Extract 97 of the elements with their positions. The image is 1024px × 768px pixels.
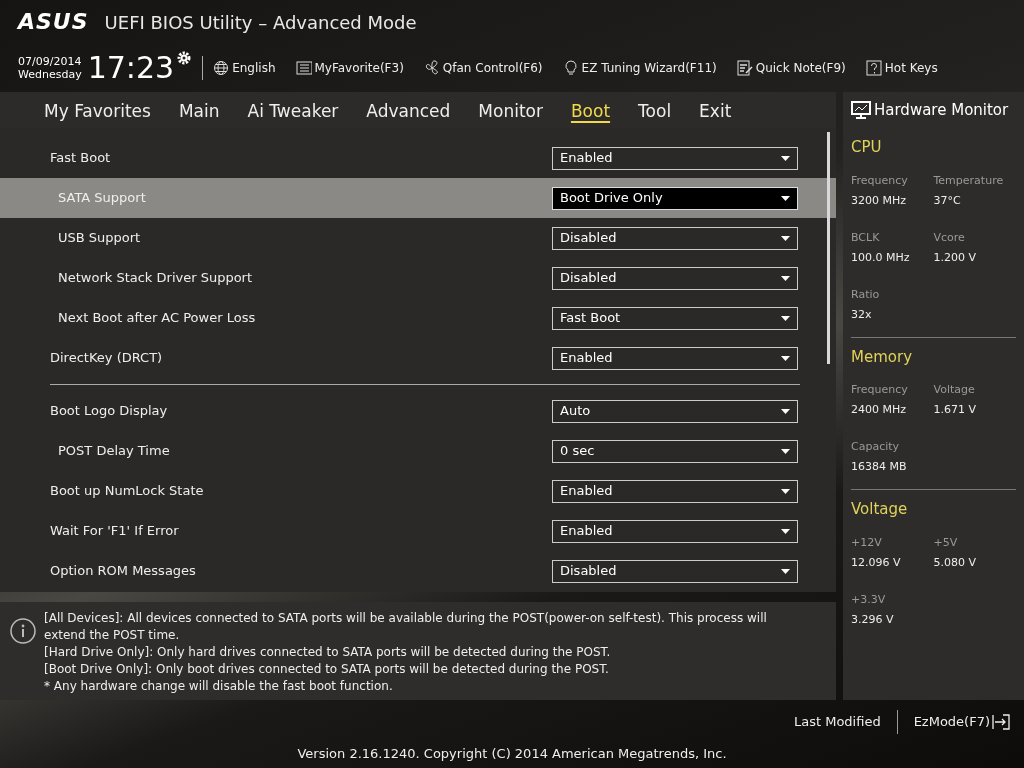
stat-value: 3.296 V bbox=[851, 611, 895, 628]
setting-label: DirectKey (DRCT) bbox=[50, 349, 164, 368]
stat-label: +5V bbox=[933, 534, 959, 551]
window-title: UEFI BIOS Utility – Advanced Mode bbox=[104, 10, 417, 35]
dropdown-field[interactable]: Disabled bbox=[552, 266, 798, 290]
section-title: CPU bbox=[851, 137, 883, 158]
selected-row-highlight[interactable]: SATA Support Boot Drive Only bbox=[0, 178, 836, 218]
stat-label: BCLK bbox=[851, 229, 881, 246]
stat-label: Vcore bbox=[933, 229, 966, 246]
menu-tab[interactable]: Tool bbox=[626, 100, 684, 128]
info-icon bbox=[10, 618, 36, 644]
stat-label: Ratio bbox=[851, 286, 881, 303]
caret-icon bbox=[781, 155, 790, 161]
dropdown-field[interactable]: Disabled bbox=[552, 559, 798, 583]
version-text: Version 2.16.1240. Copyright (C) 2014 American Megatrends, Inc. bbox=[297, 745, 727, 763]
dropdown-field[interactable]: Auto bbox=[552, 399, 798, 423]
dropdown-field[interactable]: Enabled bbox=[552, 479, 798, 503]
panel-title: Hardware Monitor bbox=[874, 99, 1009, 121]
asus-logo: ASUS bbox=[18, 11, 89, 33]
help-text: * Any hardware change will disable the fast boot function. bbox=[44, 678, 394, 695]
setting-label: Next Boot after AC Power Loss bbox=[58, 309, 257, 328]
monitor-icon bbox=[851, 101, 871, 119]
setting-label: Option ROM Messages bbox=[50, 562, 197, 581]
dropdown-field[interactable]: Boot Drive Only bbox=[552, 186, 798, 210]
setting-label: Boot Logo Display bbox=[50, 402, 169, 421]
stat-label: Capacity bbox=[851, 439, 901, 455]
caret-icon bbox=[781, 315, 790, 321]
stat-label: Frequency bbox=[851, 382, 909, 398]
stat-value: 2400 MHz bbox=[851, 402, 908, 418]
toolbar-globe-button[interactable]: English bbox=[213, 59, 276, 77]
setting-label: USB Support bbox=[58, 229, 142, 248]
dropdown-field[interactable]: Enabled bbox=[552, 519, 798, 543]
stat-value: 5.080 V bbox=[933, 554, 977, 571]
gear-icon bbox=[176, 50, 193, 66]
setting-label: Fast Boot bbox=[50, 149, 112, 168]
stat-label: Temperature bbox=[933, 172, 1005, 189]
stat-value: 1.671 V bbox=[933, 402, 977, 418]
exit-arrow-icon bbox=[992, 714, 1010, 730]
stat-label: +12V bbox=[851, 534, 883, 551]
toolbar-help-button[interactable]: Hot Keys bbox=[865, 59, 938, 77]
caret-icon bbox=[781, 355, 790, 361]
caret-icon bbox=[781, 528, 790, 534]
caret-icon bbox=[781, 235, 790, 241]
toolbar-note-button[interactable]: Quick Note(F9) bbox=[736, 59, 846, 77]
help-text: [Hard Drive Only]: Only hard drives connected to SATA ports will be detected during the POST. bbox=[44, 644, 612, 661]
scrollbar-thumb[interactable] bbox=[827, 132, 830, 364]
section-title: Memory bbox=[851, 346, 913, 368]
ez-mode-button[interactable]: EzMode(F7) bbox=[913, 712, 1010, 732]
caret-icon bbox=[781, 448, 790, 454]
dropdown-field[interactable]: Enabled bbox=[552, 346, 798, 370]
menu-tab[interactable]: Boot bbox=[558, 100, 623, 128]
menu-tab[interactable]: Monitor bbox=[466, 100, 555, 128]
lightbulb-icon bbox=[562, 60, 579, 76]
stat-value: 1.200 V bbox=[933, 249, 977, 266]
stat-label: Voltage bbox=[933, 382, 976, 398]
caret-icon bbox=[781, 408, 790, 414]
stat-value: 12.096 V bbox=[851, 554, 902, 571]
weekday-text: Wednesday bbox=[18, 68, 82, 81]
help-icon bbox=[865, 60, 882, 76]
setting-label: SATA Support bbox=[58, 189, 147, 208]
stat-value: 100.0 MHz bbox=[851, 249, 911, 266]
stat-value: 16384 MB bbox=[851, 459, 908, 475]
toolbar-list-button[interactable]: MyFavorite(F3) bbox=[295, 59, 404, 77]
setting-label: Wait For 'F1' If Error bbox=[50, 522, 180, 541]
fan-icon bbox=[423, 60, 440, 76]
toolbar-fan-button[interactable]: Qfan Control(F6) bbox=[423, 59, 543, 77]
toolbar-bulb-button[interactable]: EZ Tuning Wizard(F11) bbox=[562, 59, 717, 77]
menu-tab[interactable]: Ai Tweaker bbox=[235, 100, 351, 128]
date-text: 07/09/2014 bbox=[18, 55, 82, 68]
caret-icon bbox=[781, 488, 790, 494]
stat-value: 37°C bbox=[933, 192, 962, 209]
help-text: [All Devices]: All devices connected to SATA ports will be available during the POST(power-on self-test). This process will extend the POST time. bbox=[44, 610, 768, 644]
setting-label: Network Stack Driver Support bbox=[58, 269, 254, 288]
menu-tab[interactable]: Exit bbox=[687, 100, 744, 128]
setting-label: POST Delay Time bbox=[58, 442, 171, 461]
globe-icon bbox=[213, 60, 230, 76]
list-icon bbox=[295, 60, 312, 76]
stat-value: 32x bbox=[851, 306, 873, 323]
caret-icon bbox=[781, 275, 790, 281]
menu-tab[interactable]: My Favorites bbox=[32, 100, 163, 128]
last-modified-button[interactable]: Last Modified bbox=[793, 712, 881, 732]
menu-tab[interactable]: Main bbox=[166, 100, 232, 128]
caret-icon bbox=[781, 568, 790, 574]
stat-label: +3.3V bbox=[851, 591, 887, 608]
dropdown-field[interactable]: Enabled bbox=[552, 146, 798, 170]
clock-time: 17:23 bbox=[87, 53, 175, 83]
stat-label: Frequency bbox=[851, 172, 909, 189]
dropdown-field[interactable]: 0 sec bbox=[552, 439, 798, 463]
menu-tab[interactable]: Advanced bbox=[354, 100, 463, 128]
setting-label: Boot up NumLock State bbox=[50, 482, 205, 501]
help-text: [Boot Drive Only]: Only boot drives connected to SATA ports will be detected during the POST. bbox=[44, 661, 610, 678]
dropdown-field[interactable]: Disabled bbox=[552, 226, 798, 250]
caret-icon bbox=[781, 195, 790, 201]
stat-value: 3200 MHz bbox=[851, 192, 908, 209]
note-pencil-icon bbox=[736, 60, 753, 76]
section-title: Voltage bbox=[851, 499, 909, 520]
dropdown-field[interactable]: Fast Boot bbox=[552, 306, 798, 330]
